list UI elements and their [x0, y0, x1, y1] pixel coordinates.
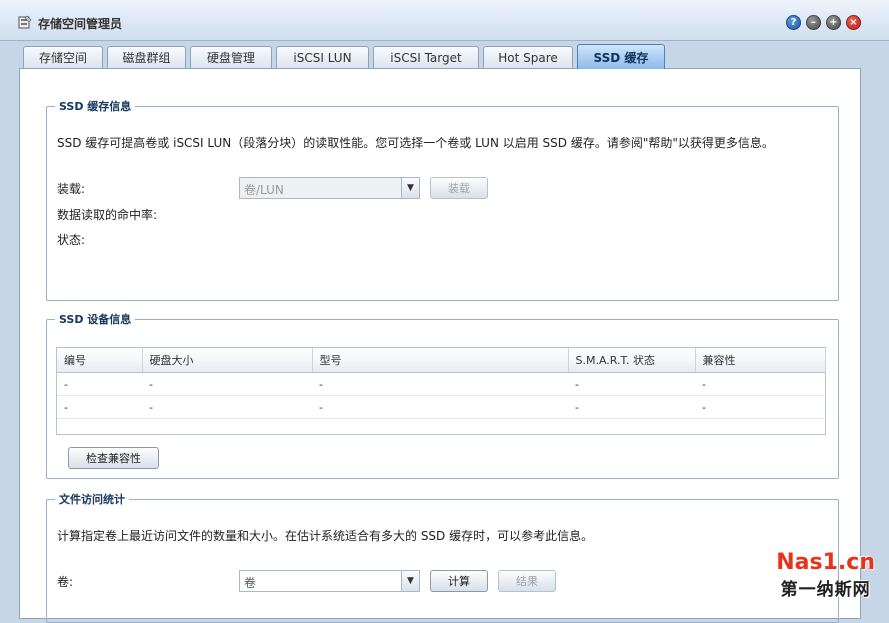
column-header-model[interactable]: 型号: [312, 348, 569, 373]
mount-button[interactable]: 装载: [430, 177, 488, 199]
volume-select[interactable]: 卷 ▼: [239, 570, 420, 592]
tab-storage-space[interactable]: 存储空间: [23, 46, 103, 68]
column-header-smart-status[interactable]: S.M.A.R.T. 状态: [568, 348, 696, 373]
table-cell: -: [57, 372, 142, 396]
tab-disk-group[interactable]: 磁盘群组: [107, 46, 186, 68]
column-header-id[interactable]: 编号: [57, 348, 143, 373]
help-icon: ?: [790, 17, 797, 28]
table-cell: -: [312, 372, 568, 396]
file-access-stats-group: 文件访问统计 计算指定卷上最近访问文件的数量和大小。在估计系统适合有多大的 SS…: [46, 491, 839, 623]
watermark-site: Nas1.cn: [776, 550, 875, 575]
tab-iscsi-target[interactable]: iSCSI Target: [373, 46, 479, 68]
mount-label: 装载:: [57, 182, 86, 196]
check-compatibility-button[interactable]: 检查兼容性: [68, 447, 159, 469]
volume-label: 卷:: [57, 575, 74, 589]
hit-rate-label: 数据读取的命中率:: [57, 208, 158, 222]
window-title: 存储空间管理员: [38, 17, 123, 31]
tab-bar: 存储空间 磁盘群组 硬盘管理 iSCSI LUN iSCSI Target Ho…: [0, 40, 889, 69]
storage-manager-icon: [18, 15, 32, 29]
tab-ssd-cache[interactable]: SSD 缓存: [577, 44, 665, 69]
calculate-button[interactable]: 计算: [430, 570, 488, 592]
mount-select-value: 卷/LUN: [244, 183, 284, 197]
column-header-disk-size[interactable]: 硬盘大小: [142, 348, 313, 373]
minimize-button[interactable]: –: [806, 15, 821, 30]
table-cell: -: [57, 395, 142, 419]
table-cell: -: [695, 395, 825, 419]
table-cell: -: [695, 372, 825, 396]
table-cell: -: [312, 395, 568, 419]
column-header-compatibility[interactable]: 兼容性: [695, 348, 826, 373]
volume-select-value: 卷: [244, 576, 257, 590]
table-cell: -: [142, 372, 312, 396]
table-row[interactable]: - - - - -: [57, 395, 825, 419]
status-label: 状态:: [57, 233, 86, 247]
maximize-button[interactable]: +: [826, 15, 841, 30]
tab-content-ssd-cache: SSD 缓存信息 SSD 缓存可提高卷或 iSCSI LUN（段落分块）的读取性…: [19, 68, 861, 623]
ssd-device-info-group: SSD 设备信息 编号 硬盘大小 型号 S.M.A.R.T. 状态 兼容性 - …: [46, 311, 839, 479]
site-watermark: Nas1.cn 第一纳斯网: [776, 550, 875, 600]
tab-iscsi-lun[interactable]: iSCSI LUN: [276, 46, 369, 68]
maximize-icon: +: [829, 17, 838, 28]
chevron-down-icon[interactable]: ▼: [401, 178, 419, 198]
table-cell: -: [568, 395, 695, 419]
result-button[interactable]: 结果: [498, 570, 556, 592]
tab-disk-management[interactable]: 硬盘管理: [190, 46, 272, 68]
close-button[interactable]: ×: [846, 15, 861, 30]
table-cell: -: [568, 372, 695, 396]
chevron-down-icon[interactable]: ▼: [401, 571, 419, 591]
tab-hot-spare[interactable]: Hot Spare: [483, 46, 573, 68]
mount-volume-select[interactable]: 卷/LUN ▼: [239, 177, 420, 199]
file-access-stats-legend: 文件访问统计: [59, 493, 125, 506]
table-header-row: 编号 硬盘大小 型号 S.M.A.R.T. 状态 兼容性: [57, 348, 826, 373]
ssd-device-info-legend: SSD 设备信息: [59, 313, 132, 326]
table-row[interactable]: - - - - -: [57, 372, 825, 396]
close-icon: ×: [849, 17, 858, 28]
table-cell: -: [142, 395, 312, 419]
window-titlebar: 存储空间管理员 ? – + ×: [0, 0, 889, 41]
watermark-name: 第一纳斯网: [780, 580, 871, 600]
help-button[interactable]: ?: [786, 15, 801, 30]
ssd-device-table: 编号 硬盘大小 型号 S.M.A.R.T. 状态 兼容性 - - - - - -…: [56, 347, 826, 435]
ssd-cache-info-legend: SSD 缓存信息: [59, 100, 132, 113]
ssd-cache-description: SSD 缓存可提高卷或 iSCSI LUN（段落分块）的读取性能。您可选择一个卷…: [57, 136, 774, 150]
minimize-icon: –: [811, 17, 816, 28]
ssd-cache-info-group: SSD 缓存信息 SSD 缓存可提高卷或 iSCSI LUN（段落分块）的读取性…: [46, 98, 839, 301]
file-access-description: 计算指定卷上最近访问文件的数量和大小。在估计系统适合有多大的 SSD 缓存时，可…: [57, 529, 594, 543]
